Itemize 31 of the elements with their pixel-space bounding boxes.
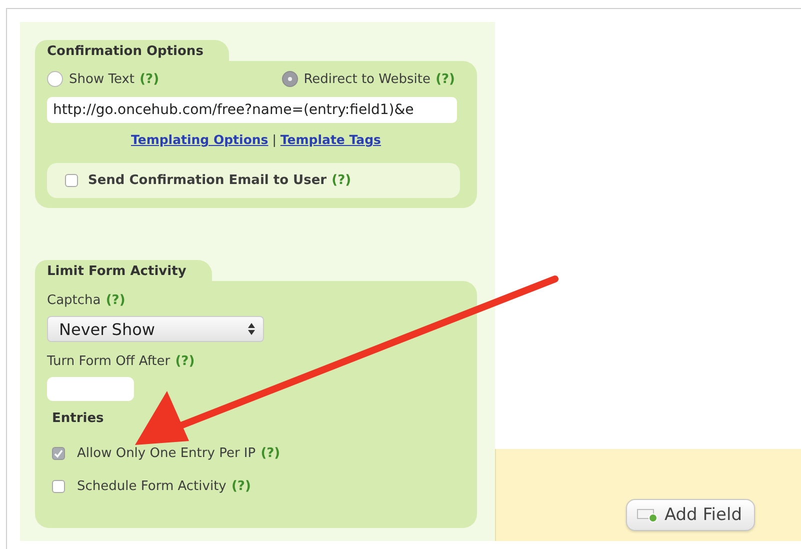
option-label: Show Text xyxy=(69,72,135,86)
field-label: Turn Form Off After xyxy=(47,354,170,369)
url-field[interactable]: http://go.oncehub.com/free?name=(entry:field1)&e xyxy=(47,97,457,123)
option-label: Redirect to Website xyxy=(304,72,430,86)
help-link[interactable]: (?) xyxy=(140,72,160,86)
templating-options-link[interactable]: Templating Options xyxy=(130,132,268,147)
radio-button[interactable] xyxy=(47,71,63,87)
help-link[interactable]: (?) xyxy=(332,173,352,188)
link-separator: | xyxy=(271,132,278,147)
help-link[interactable]: (?) xyxy=(260,446,280,461)
help-link[interactable]: (?) xyxy=(106,293,126,308)
checkbox[interactable] xyxy=(52,447,65,460)
add-field-button[interactable]: Add Field xyxy=(626,499,755,531)
captcha-dropdown[interactable]: Never Show xyxy=(47,316,264,342)
section-title: Limit Form Activity xyxy=(35,260,212,281)
field-label: Captcha xyxy=(47,293,101,308)
option-label: Send Confirmation Email to User xyxy=(88,173,327,188)
entries-label: Entries xyxy=(52,411,105,426)
radio-button[interactable] xyxy=(282,71,298,87)
template-tags-link[interactable]: Template Tags xyxy=(280,132,382,147)
option-label: Allow Only One Entry Per IP xyxy=(77,446,256,461)
help-link[interactable]: (?) xyxy=(436,72,455,86)
option-label: Schedule Form Activity xyxy=(77,479,226,494)
input-field[interactable] xyxy=(47,377,134,401)
stepper-icon xyxy=(248,323,255,335)
help-link[interactable]: (?) xyxy=(231,479,251,494)
checkbox[interactable] xyxy=(65,174,78,187)
help-link[interactable]: (?) xyxy=(175,354,195,369)
section-title: Confirmation Options xyxy=(35,40,230,61)
checkbox[interactable] xyxy=(52,480,65,493)
add-field-icon xyxy=(637,507,660,523)
